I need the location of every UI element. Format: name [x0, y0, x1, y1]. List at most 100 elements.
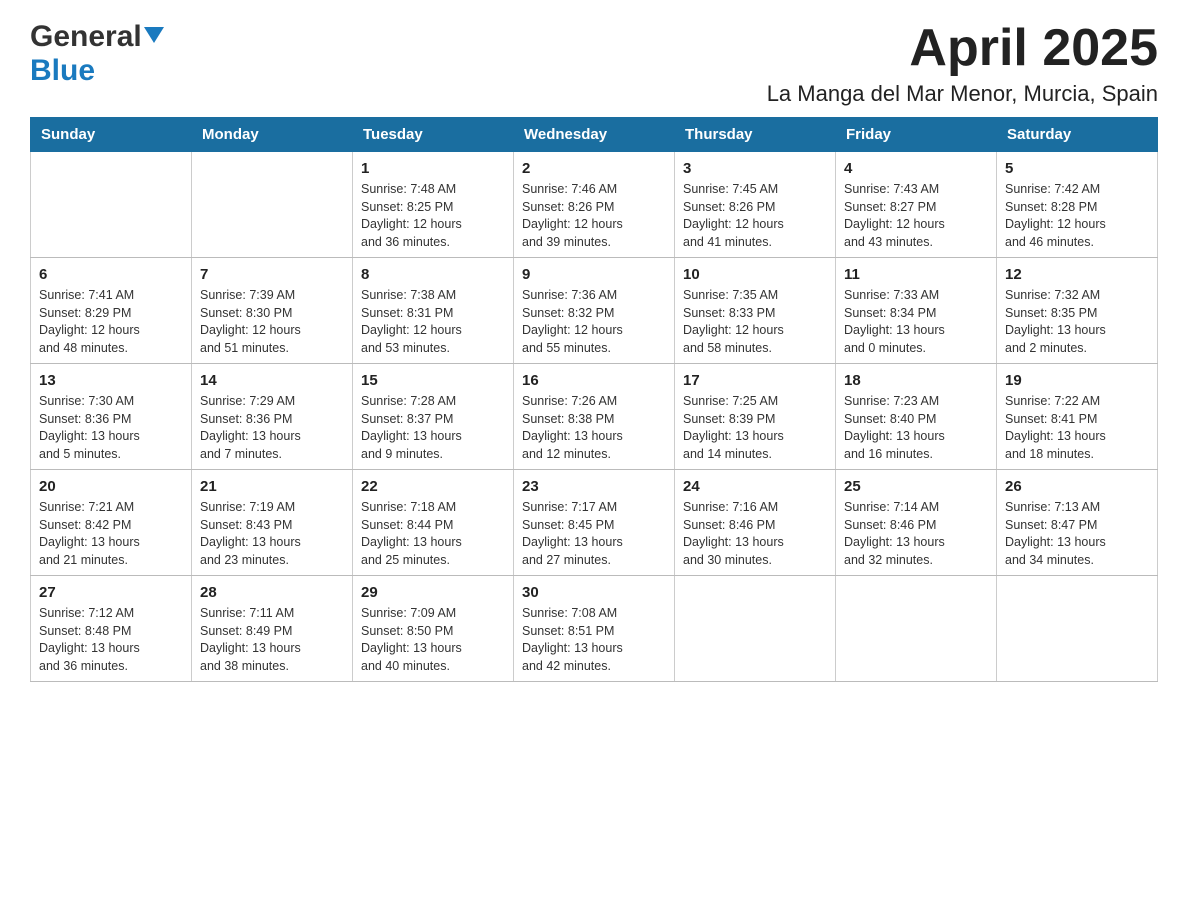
table-row [997, 576, 1158, 682]
table-row: 14Sunrise: 7:29 AMSunset: 8:36 PMDayligh… [192, 364, 353, 470]
day-number: 1 [361, 158, 505, 179]
day-number: 30 [522, 582, 666, 603]
day-info: Sunrise: 7:23 AMSunset: 8:40 PMDaylight:… [844, 393, 988, 463]
day-number: 27 [39, 582, 183, 603]
day-info: Sunrise: 7:08 AMSunset: 8:51 PMDaylight:… [522, 605, 666, 675]
day-info: Sunrise: 7:21 AMSunset: 8:42 PMDaylight:… [39, 499, 183, 569]
title-block: April 2025 La Manga del Mar Menor, Murci… [767, 20, 1158, 107]
table-row: 17Sunrise: 7:25 AMSunset: 8:39 PMDayligh… [675, 364, 836, 470]
table-row: 25Sunrise: 7:14 AMSunset: 8:46 PMDayligh… [836, 470, 997, 576]
day-number: 23 [522, 476, 666, 497]
day-number: 10 [683, 264, 827, 285]
table-row: 8Sunrise: 7:38 AMSunset: 8:31 PMDaylight… [353, 258, 514, 364]
day-number: 7 [200, 264, 344, 285]
day-info: Sunrise: 7:25 AMSunset: 8:39 PMDaylight:… [683, 393, 827, 463]
day-number: 22 [361, 476, 505, 497]
day-info: Sunrise: 7:14 AMSunset: 8:46 PMDaylight:… [844, 499, 988, 569]
table-row: 24Sunrise: 7:16 AMSunset: 8:46 PMDayligh… [675, 470, 836, 576]
day-number: 29 [361, 582, 505, 603]
day-info: Sunrise: 7:36 AMSunset: 8:32 PMDaylight:… [522, 287, 666, 357]
day-number: 24 [683, 476, 827, 497]
table-row: 15Sunrise: 7:28 AMSunset: 8:37 PMDayligh… [353, 364, 514, 470]
day-number: 13 [39, 370, 183, 391]
table-row: 12Sunrise: 7:32 AMSunset: 8:35 PMDayligh… [997, 258, 1158, 364]
logo-triangle-icon [144, 27, 164, 48]
day-info: Sunrise: 7:41 AMSunset: 8:29 PMDaylight:… [39, 287, 183, 357]
day-number: 25 [844, 476, 988, 497]
day-info: Sunrise: 7:43 AMSunset: 8:27 PMDaylight:… [844, 181, 988, 251]
page-header: General Blue April 2025 La Manga del Mar… [30, 20, 1158, 107]
day-number: 17 [683, 370, 827, 391]
day-number: 15 [361, 370, 505, 391]
day-info: Sunrise: 7:38 AMSunset: 8:31 PMDaylight:… [361, 287, 505, 357]
table-row: 10Sunrise: 7:35 AMSunset: 8:33 PMDayligh… [675, 258, 836, 364]
table-row: 6Sunrise: 7:41 AMSunset: 8:29 PMDaylight… [31, 258, 192, 364]
table-row: 11Sunrise: 7:33 AMSunset: 8:34 PMDayligh… [836, 258, 997, 364]
day-number: 20 [39, 476, 183, 497]
table-row: 9Sunrise: 7:36 AMSunset: 8:32 PMDaylight… [514, 258, 675, 364]
logo-general-text: General [30, 20, 142, 54]
day-number: 26 [1005, 476, 1149, 497]
table-row: 30Sunrise: 7:08 AMSunset: 8:51 PMDayligh… [514, 576, 675, 682]
calendar-row: 20Sunrise: 7:21 AMSunset: 8:42 PMDayligh… [31, 470, 1158, 576]
day-info: Sunrise: 7:12 AMSunset: 8:48 PMDaylight:… [39, 605, 183, 675]
day-info: Sunrise: 7:46 AMSunset: 8:26 PMDaylight:… [522, 181, 666, 251]
calendar-table: Sunday Monday Tuesday Wednesday Thursday… [30, 117, 1158, 682]
page-subtitle: La Manga del Mar Menor, Murcia, Spain [767, 81, 1158, 107]
header-thursday: Thursday [675, 118, 836, 152]
day-info: Sunrise: 7:16 AMSunset: 8:46 PMDaylight:… [683, 499, 827, 569]
calendar-row: 1Sunrise: 7:48 AMSunset: 8:25 PMDaylight… [31, 152, 1158, 258]
table-row: 1Sunrise: 7:48 AMSunset: 8:25 PMDaylight… [353, 152, 514, 258]
day-info: Sunrise: 7:30 AMSunset: 8:36 PMDaylight:… [39, 393, 183, 463]
table-row [836, 576, 997, 682]
page-title: April 2025 [767, 20, 1158, 77]
day-info: Sunrise: 7:39 AMSunset: 8:30 PMDaylight:… [200, 287, 344, 357]
table-row: 2Sunrise: 7:46 AMSunset: 8:26 PMDaylight… [514, 152, 675, 258]
day-info: Sunrise: 7:09 AMSunset: 8:50 PMDaylight:… [361, 605, 505, 675]
logo: General Blue [30, 20, 164, 88]
table-row: 20Sunrise: 7:21 AMSunset: 8:42 PMDayligh… [31, 470, 192, 576]
calendar-header-row: Sunday Monday Tuesday Wednesday Thursday… [31, 118, 1158, 152]
day-info: Sunrise: 7:26 AMSunset: 8:38 PMDaylight:… [522, 393, 666, 463]
table-row: 18Sunrise: 7:23 AMSunset: 8:40 PMDayligh… [836, 364, 997, 470]
table-row [675, 576, 836, 682]
logo-blue-text: Blue [30, 54, 95, 87]
table-row: 5Sunrise: 7:42 AMSunset: 8:28 PMDaylight… [997, 152, 1158, 258]
day-number: 19 [1005, 370, 1149, 391]
table-row: 19Sunrise: 7:22 AMSunset: 8:41 PMDayligh… [997, 364, 1158, 470]
day-info: Sunrise: 7:33 AMSunset: 8:34 PMDaylight:… [844, 287, 988, 357]
day-info: Sunrise: 7:35 AMSunset: 8:33 PMDaylight:… [683, 287, 827, 357]
header-wednesday: Wednesday [514, 118, 675, 152]
table-row: 26Sunrise: 7:13 AMSunset: 8:47 PMDayligh… [997, 470, 1158, 576]
day-info: Sunrise: 7:45 AMSunset: 8:26 PMDaylight:… [683, 181, 827, 251]
table-row: 16Sunrise: 7:26 AMSunset: 8:38 PMDayligh… [514, 364, 675, 470]
table-row: 28Sunrise: 7:11 AMSunset: 8:49 PMDayligh… [192, 576, 353, 682]
table-row: 7Sunrise: 7:39 AMSunset: 8:30 PMDaylight… [192, 258, 353, 364]
calendar-row: 6Sunrise: 7:41 AMSunset: 8:29 PMDaylight… [31, 258, 1158, 364]
header-monday: Monday [192, 118, 353, 152]
calendar-row: 27Sunrise: 7:12 AMSunset: 8:48 PMDayligh… [31, 576, 1158, 682]
day-info: Sunrise: 7:42 AMSunset: 8:28 PMDaylight:… [1005, 181, 1149, 251]
day-info: Sunrise: 7:48 AMSunset: 8:25 PMDaylight:… [361, 181, 505, 251]
day-info: Sunrise: 7:32 AMSunset: 8:35 PMDaylight:… [1005, 287, 1149, 357]
table-row [192, 152, 353, 258]
day-number: 16 [522, 370, 666, 391]
day-number: 14 [200, 370, 344, 391]
day-number: 8 [361, 264, 505, 285]
table-row: 13Sunrise: 7:30 AMSunset: 8:36 PMDayligh… [31, 364, 192, 470]
day-info: Sunrise: 7:17 AMSunset: 8:45 PMDaylight:… [522, 499, 666, 569]
day-info: Sunrise: 7:18 AMSunset: 8:44 PMDaylight:… [361, 499, 505, 569]
day-number: 11 [844, 264, 988, 285]
day-info: Sunrise: 7:19 AMSunset: 8:43 PMDaylight:… [200, 499, 344, 569]
day-info: Sunrise: 7:11 AMSunset: 8:49 PMDaylight:… [200, 605, 344, 675]
day-number: 2 [522, 158, 666, 179]
calendar-row: 13Sunrise: 7:30 AMSunset: 8:36 PMDayligh… [31, 364, 1158, 470]
header-saturday: Saturday [997, 118, 1158, 152]
day-info: Sunrise: 7:13 AMSunset: 8:47 PMDaylight:… [1005, 499, 1149, 569]
day-number: 28 [200, 582, 344, 603]
day-number: 5 [1005, 158, 1149, 179]
day-info: Sunrise: 7:28 AMSunset: 8:37 PMDaylight:… [361, 393, 505, 463]
table-row: 3Sunrise: 7:45 AMSunset: 8:26 PMDaylight… [675, 152, 836, 258]
table-row: 27Sunrise: 7:12 AMSunset: 8:48 PMDayligh… [31, 576, 192, 682]
header-tuesday: Tuesday [353, 118, 514, 152]
